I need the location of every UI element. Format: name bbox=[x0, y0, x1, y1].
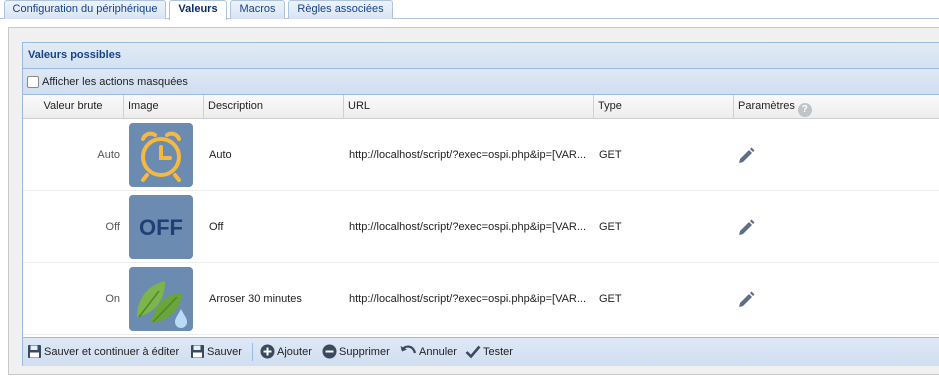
url-cell: http://localhost/script/?exec=ospi.php&i… bbox=[349, 149, 587, 161]
column-header-row: Valeur brute Image Description URL Type … bbox=[23, 95, 939, 119]
url-cell: http://localhost/script/?exec=ospi.php&i… bbox=[349, 293, 587, 305]
show-hidden-actions-checkbox[interactable] bbox=[27, 76, 39, 88]
column-header-parameters-label: Paramètres bbox=[738, 100, 795, 112]
toolbar-separator bbox=[252, 343, 253, 361]
cancel-label: Annuler bbox=[419, 346, 457, 358]
tab-macros[interactable]: Macros bbox=[230, 0, 285, 19]
raw-value-cell: Auto bbox=[97, 149, 120, 161]
values-grid: Valeurs possibles Afficher les actions m… bbox=[22, 42, 939, 366]
column-header-url[interactable]: URL bbox=[344, 95, 594, 119]
add-button[interactable]: Ajouter bbox=[260, 344, 312, 362]
test-button[interactable]: Tester bbox=[465, 344, 513, 362]
type-cell: GET bbox=[599, 293, 622, 305]
column-header-image[interactable]: Image bbox=[124, 95, 204, 119]
column-header-type[interactable]: Type bbox=[594, 95, 734, 119]
plus-circle-icon bbox=[260, 344, 275, 359]
column-header-parameters[interactable]: Paramètres? bbox=[734, 95, 939, 119]
grid-title: Valeurs possibles bbox=[28, 49, 121, 61]
table-row[interactable]: On Arroser 30 minutes http://localhost/s… bbox=[23, 263, 939, 335]
test-label: Tester bbox=[483, 346, 513, 358]
description-cell: Auto bbox=[209, 149, 232, 161]
tab-values[interactable]: Valeurs bbox=[169, 0, 227, 20]
edit-pencil-icon[interactable] bbox=[737, 147, 755, 165]
table-row[interactable]: Off OFF Off http://localhost/script/?exe… bbox=[23, 191, 939, 263]
grid-header: Valeurs possibles bbox=[23, 43, 939, 69]
off-text-icon: OFF bbox=[129, 195, 193, 259]
grid-toolbar: Sauver et continuer à éditer Sauver Ajou… bbox=[23, 337, 939, 366]
tab-associated-rules[interactable]: Règles associées bbox=[288, 0, 393, 19]
raw-value-cell: On bbox=[105, 293, 120, 305]
help-icon[interactable]: ? bbox=[797, 103, 812, 117]
minus-circle-icon bbox=[322, 344, 337, 359]
type-cell: GET bbox=[599, 221, 622, 233]
description-cell: Off bbox=[209, 221, 224, 233]
floppy-disk-icon bbox=[191, 345, 204, 358]
cancel-button[interactable]: Annuler bbox=[400, 344, 457, 362]
type-cell: GET bbox=[599, 149, 622, 161]
column-header-raw-value[interactable]: Valeur brute bbox=[23, 95, 124, 119]
raw-value-cell: Off bbox=[105, 221, 120, 233]
description-cell: Arroser 30 minutes bbox=[209, 293, 302, 305]
save-button[interactable]: Sauver bbox=[190, 344, 242, 362]
tab-device-config[interactable]: Configuration du périphérique bbox=[4, 0, 166, 19]
delete-button[interactable]: Supprimer bbox=[322, 344, 390, 362]
undo-arrow-icon bbox=[400, 345, 417, 354]
save-label: Sauver bbox=[207, 346, 242, 358]
save-continue-label: Sauver et continuer à éditer bbox=[44, 346, 180, 358]
checkmark-icon bbox=[465, 345, 481, 359]
show-hidden-actions-label[interactable]: Afficher les actions masquées bbox=[42, 76, 188, 88]
alarm-clock-icon bbox=[129, 123, 193, 187]
save-continue-button[interactable]: Sauver et continuer à éditer bbox=[27, 344, 179, 362]
url-cell: http://localhost/script/?exec=ospi.php&i… bbox=[349, 221, 587, 233]
tab-bar: Configuration du périphérique Valeurs Ma… bbox=[0, 0, 939, 20]
column-header-description[interactable]: Description bbox=[204, 95, 344, 119]
delete-label: Supprimer bbox=[339, 346, 390, 358]
floppy-disk-icon bbox=[28, 345, 41, 358]
edit-pencil-icon[interactable] bbox=[737, 219, 755, 237]
add-label: Ajouter bbox=[277, 346, 312, 358]
leaf-water-drop-icon bbox=[129, 267, 193, 331]
grid-filter-bar: Afficher les actions masquées bbox=[23, 69, 939, 95]
table-row[interactable]: Auto Auto http://localhost/script/?exec=… bbox=[23, 119, 939, 191]
edit-pencil-icon[interactable] bbox=[737, 291, 755, 309]
off-icon-text: OFF bbox=[139, 215, 183, 240]
